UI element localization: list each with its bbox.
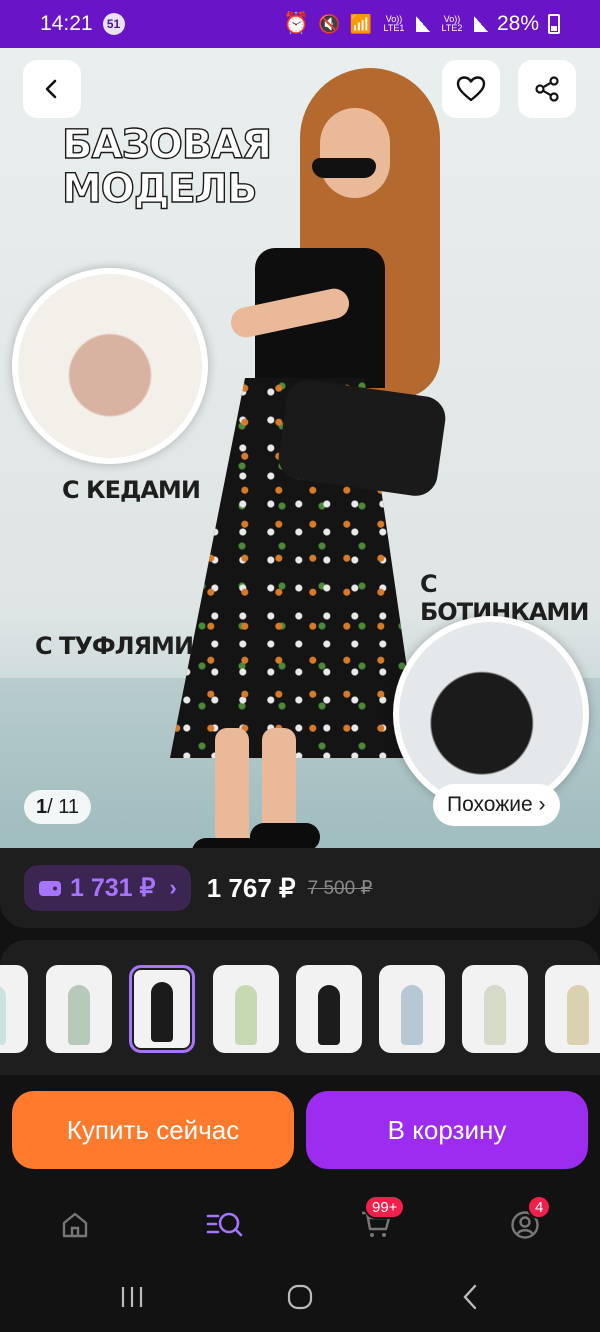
wallet-icon [39, 881, 61, 896]
nav-profile[interactable]: 4 [505, 1195, 552, 1245]
label-with-heels: С ТУФЛЯМИ [35, 632, 194, 660]
add-to-cart-button[interactable]: В корзину [306, 1091, 588, 1169]
model-face [320, 108, 390, 198]
nav-home[interactable] [55, 1205, 95, 1245]
thumbnail[interactable] [213, 965, 279, 1053]
back-button[interactable] [23, 60, 81, 118]
nav-catalog[interactable] [205, 1205, 245, 1245]
thumbnail[interactable] [0, 965, 28, 1053]
recents-icon [121, 1287, 143, 1307]
back-arrow-icon [463, 1284, 477, 1310]
profile-badge: 4 [527, 1195, 552, 1219]
thumbnail[interactable] [545, 965, 600, 1053]
thumbnail-figure [68, 985, 90, 1045]
status-time: 14:21 [40, 12, 93, 35]
chevron-right-icon: › [169, 875, 177, 900]
promo-title-line1: БАЗОВАЯ [61, 122, 273, 168]
thumbnail[interactable] [379, 965, 445, 1053]
favorite-button[interactable] [442, 60, 500, 118]
heart-icon [456, 76, 486, 102]
thumbnail-figure [401, 985, 423, 1045]
lte2-label: Vo)) LTE2 [441, 14, 463, 33]
status-icons: ⏰ 🔇 📶 Vo)) LTE1 Vo)) LTE2 28% [283, 12, 560, 36]
thumbnail-figure [318, 985, 340, 1045]
inset-with-sneakers [12, 268, 208, 464]
thumbnail-figure [235, 985, 257, 1045]
mute-icon: 🔇 [318, 13, 341, 34]
chevron-left-icon [45, 79, 57, 99]
model-leg-left [215, 728, 249, 848]
bottom-nav: 99+ 4 [0, 1185, 600, 1260]
thumbnail-figure [0, 985, 6, 1045]
thumbnail-figure [567, 985, 589, 1045]
catalog-search-icon [206, 1212, 243, 1237]
current-price: 1 767 ₽ [206, 872, 296, 903]
promo-title-line2: МОДЕЛЬ [61, 166, 258, 212]
sunglasses-shape [312, 158, 376, 178]
recents-button[interactable] [117, 1282, 147, 1312]
inset-with-boots [393, 616, 589, 812]
system-navigation [0, 1260, 600, 1332]
home-system-button[interactable] [285, 1282, 315, 1312]
action-bar: Купить сейчас В корзину [0, 1075, 600, 1185]
battery-icon [548, 14, 560, 34]
back-system-button[interactable] [455, 1282, 485, 1312]
lte1-label: Vo)) LTE1 [383, 14, 405, 33]
battery-percent: 28% [496, 12, 539, 35]
label-with-sneakers: С КЕДАМИ [62, 476, 201, 504]
notification-count-badge: 51 [102, 13, 125, 35]
wallet-price: 1 731 ₽ [70, 874, 156, 902]
thumbnail-strip[interactable] [0, 940, 600, 1075]
price-panel: 1 731 ₽ › 1 767 ₽ 7 500 ₽ [0, 848, 600, 928]
alarm-icon: ⏰ [282, 12, 310, 35]
product-image-gallery[interactable]: БАЗОВАЯ МОДЕЛЬ С КЕДАМИ С ТУФЛЯМИ С БОТИ… [0, 48, 600, 848]
home-icon [62, 1212, 88, 1238]
wifi-icon: 📶 [349, 13, 372, 34]
thumbnail[interactable] [296, 965, 362, 1053]
thumbnail-selected[interactable] [129, 965, 195, 1053]
status-bar: 14:21 51 ⏰ 🔇 📶 Vo)) LTE1 Vo)) LTE2 28% [0, 0, 600, 48]
signal-icon-1 [415, 16, 430, 32]
share-button[interactable] [518, 60, 576, 118]
nav-cart[interactable]: 99+ [356, 1195, 406, 1245]
similar-button[interactable]: Похожие › [433, 784, 560, 826]
old-price: 7 500 ₽ [307, 877, 373, 899]
pager-current: 1 [36, 795, 48, 818]
shoe-right [250, 823, 320, 848]
thumbnail[interactable] [46, 965, 112, 1053]
thumbnail-figure [484, 985, 506, 1045]
buy-now-button[interactable]: Купить сейчас [12, 1091, 294, 1169]
thumbnail-figure [151, 982, 173, 1042]
thumbnail[interactable] [462, 965, 528, 1053]
promo-title: БАЗОВАЯ МОДЕЛЬ [61, 122, 273, 212]
image-pager: 1 / 11 [24, 790, 91, 824]
cart-badge: 99+ [364, 1195, 406, 1219]
signal-icon-2 [473, 16, 488, 32]
home-circle-icon [287, 1284, 313, 1310]
share-icon [535, 76, 559, 102]
pager-total: / 11 [47, 795, 79, 818]
wallet-price-pill[interactable]: 1 731 ₽ › [24, 865, 191, 911]
